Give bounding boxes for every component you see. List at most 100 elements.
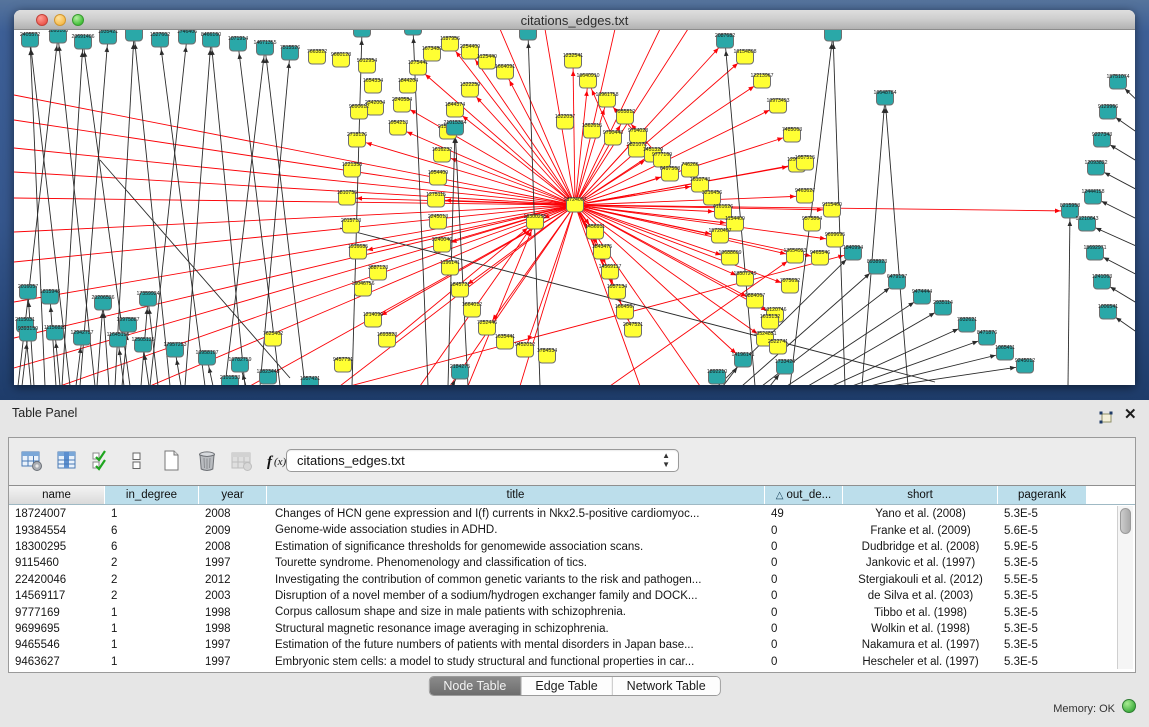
network-node[interactable]: 1845721 bbox=[450, 282, 470, 297]
network-node[interactable]: 9465546 bbox=[810, 250, 830, 265]
network-node[interactable]: 16640910 bbox=[576, 73, 599, 88]
table-row[interactable]: 946362711997Embryonic stem cells: a mode… bbox=[9, 654, 1135, 670]
cell-out-degree[interactable]: 0 bbox=[765, 539, 843, 555]
network-node[interactable]: 1214099 bbox=[363, 312, 383, 327]
network-canvas[interactable]: 2405572189310520691406193542110655257152… bbox=[14, 30, 1135, 385]
cell-year[interactable]: 2008 bbox=[199, 506, 267, 522]
cell-pagerank[interactable]: 5.5E-5 bbox=[998, 572, 1087, 588]
network-node[interactable]: 10973493 bbox=[766, 98, 789, 113]
network-node[interactable]: 1187956 bbox=[440, 36, 460, 51]
network-node[interactable]: 14569117 bbox=[599, 264, 622, 279]
table-scrollbar-thumb[interactable] bbox=[1120, 508, 1131, 534]
network-node[interactable]: 9660128 bbox=[331, 52, 351, 67]
network-node[interactable]: 1527602 bbox=[150, 32, 170, 47]
network-node[interactable]: 2405572 bbox=[20, 32, 40, 47]
network-node[interactable]: 15692971 bbox=[1083, 245, 1106, 260]
table-scrollbar[interactable] bbox=[1117, 506, 1133, 669]
show-columns-icon[interactable] bbox=[55, 449, 79, 473]
cell-name[interactable]: 9463627 bbox=[9, 654, 105, 670]
tab-network-table[interactable]: Network Table bbox=[613, 677, 720, 695]
cell-title[interactable]: Changes of HCN gene expression and I(f) … bbox=[267, 506, 765, 522]
cell-title[interactable]: Corpus callosum shape and size in male p… bbox=[267, 604, 765, 620]
selection-mode-icon[interactable] bbox=[90, 449, 114, 473]
network-node[interactable]: 1275441 bbox=[408, 60, 428, 75]
table-row[interactable]: 1938455462009Genome-wide association stu… bbox=[9, 522, 1135, 538]
network-node[interactable]: 14196141 bbox=[731, 352, 754, 367]
network-node[interactable]: 1664091 bbox=[495, 64, 515, 79]
cell-out-degree[interactable]: 49 bbox=[765, 506, 843, 522]
network-node[interactable]: 2101533 bbox=[220, 375, 240, 385]
network-node[interactable]: 1954409 bbox=[428, 170, 448, 185]
network-node[interactable]: 11645194 bbox=[107, 332, 130, 347]
cell-in-degree[interactable]: 1 bbox=[105, 506, 199, 522]
network-node[interactable]: 1664012 bbox=[462, 302, 482, 317]
network-node[interactable]: 1810755 bbox=[337, 190, 357, 205]
table-row[interactable]: 946554611997Estimation of the future num… bbox=[9, 637, 1135, 653]
network-node[interactable]: 1746406 bbox=[177, 30, 197, 44]
network-node[interactable]: 1892210 bbox=[707, 369, 727, 384]
network-node[interactable]: 15751074 bbox=[1106, 74, 1129, 89]
network-node[interactable]: 1693823 bbox=[377, 332, 397, 347]
cell-pagerank[interactable]: 5.3E-5 bbox=[998, 637, 1087, 653]
cell-short[interactable]: Franke et al. (2009) bbox=[843, 522, 998, 538]
network-node[interactable]: 9890612 bbox=[349, 104, 369, 119]
network-node[interactable]: 2047521 bbox=[623, 322, 643, 337]
cell-out-degree[interactable]: 0 bbox=[765, 621, 843, 637]
cell-year[interactable]: 1997 bbox=[199, 555, 267, 571]
network-node[interactable]: 6497568 bbox=[660, 166, 680, 181]
network-node[interactable]: 2184275 bbox=[450, 364, 470, 379]
column-header-short[interactable]: short bbox=[843, 486, 998, 504]
network-node[interactable]: 10975887 bbox=[116, 317, 139, 332]
network-node[interactable]: 1241063 bbox=[1092, 274, 1112, 289]
cell-in-degree[interactable]: 1 bbox=[105, 654, 199, 670]
network-node[interactable]: 1853171 bbox=[352, 30, 372, 37]
cell-in-degree[interactable]: 1 bbox=[105, 621, 199, 637]
table-options-icon[interactable] bbox=[20, 449, 44, 473]
network-node[interactable]: 9463627 bbox=[795, 188, 815, 203]
network-node[interactable]: 9227343 bbox=[1092, 132, 1112, 147]
cell-short[interactable]: Hescheler et al. (1997) bbox=[843, 654, 998, 670]
network-node[interactable]: 1844204 bbox=[398, 78, 418, 93]
cell-short[interactable]: Wolkin et al. (1998) bbox=[843, 621, 998, 637]
table-row[interactable]: 1830029562008Estimation of significance … bbox=[9, 539, 1135, 555]
network-node[interactable]: 1840994 bbox=[843, 245, 863, 260]
network-node[interactable]: 1615132 bbox=[760, 314, 780, 329]
network-node[interactable]: 7515526 bbox=[280, 45, 300, 60]
network-node[interactable]: 18823448 bbox=[256, 369, 279, 384]
network-node[interactable]: 1071914 bbox=[228, 36, 248, 51]
cell-name[interactable]: 22420046 bbox=[9, 572, 105, 588]
table-row[interactable]: 911546021997Tourette syndrome. Phenomeno… bbox=[9, 555, 1135, 571]
table-row[interactable]: 2242004622012Investigating the contribut… bbox=[9, 572, 1135, 588]
network-node[interactable]: 7663822 bbox=[307, 49, 327, 64]
cell-in-degree[interactable]: 6 bbox=[105, 522, 199, 538]
close-panel-icon[interactable]: ✕ bbox=[1124, 408, 1137, 422]
cell-name[interactable]: 18724007 bbox=[9, 506, 105, 522]
cell-in-degree[interactable]: 2 bbox=[105, 588, 199, 604]
cell-title[interactable]: Tourette syndrome. Phenomenology and cla… bbox=[267, 555, 765, 571]
network-node[interactable]: 7955812 bbox=[615, 109, 635, 124]
cell-out-degree[interactable]: 0 bbox=[765, 588, 843, 604]
network-node[interactable]: 746266 bbox=[681, 162, 698, 177]
row-tools-icon[interactable] bbox=[125, 449, 149, 473]
network-node[interactable]: 9474444 bbox=[912, 289, 932, 304]
network-node[interactable]: 7485063 bbox=[782, 127, 802, 142]
network-node[interactable]: 1957134 bbox=[607, 284, 627, 299]
column-header-pagerank[interactable]: pagerank bbox=[998, 486, 1087, 504]
cell-out-degree[interactable]: 0 bbox=[765, 604, 843, 620]
cell-out-degree[interactable]: 0 bbox=[765, 654, 843, 670]
cell-pagerank[interactable]: 5.6E-5 bbox=[998, 522, 1087, 538]
cell-title[interactable]: Investigating the contribution of common… bbox=[267, 572, 765, 588]
network-node[interactable]: 8130544 bbox=[518, 30, 538, 40]
network-node[interactable]: 9393159 bbox=[18, 326, 38, 341]
network-node[interactable]: 17957253 bbox=[163, 342, 186, 357]
cell-out-degree[interactable]: 0 bbox=[765, 555, 843, 571]
network-node[interactable]: 1322259 bbox=[460, 82, 480, 97]
cell-out-degree[interactable]: 0 bbox=[765, 572, 843, 588]
network-node[interactable]: 1616232 bbox=[432, 147, 452, 162]
network-node[interactable]: 16961758 bbox=[595, 92, 618, 107]
network-node[interactable]: 8466160 bbox=[201, 32, 221, 47]
cell-year[interactable]: 1998 bbox=[199, 604, 267, 620]
cell-title[interactable]: Genome-wide association studies in ADHD. bbox=[267, 522, 765, 538]
network-node[interactable]: 1893105 bbox=[48, 30, 68, 43]
cell-title[interactable]: Disruption of a novel member of a sodium… bbox=[267, 588, 765, 604]
